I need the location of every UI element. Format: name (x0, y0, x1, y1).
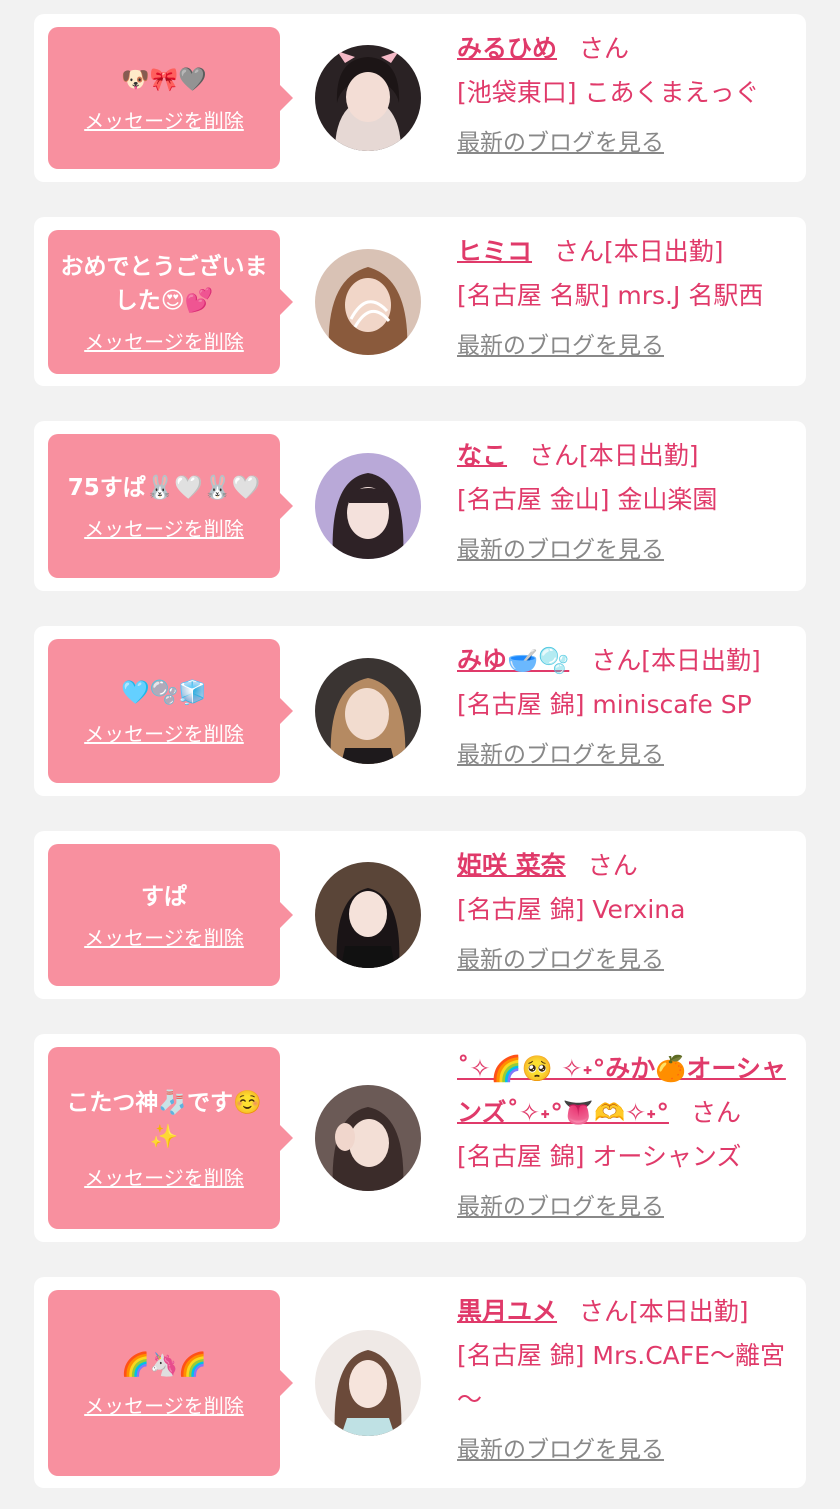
delete-message-link[interactable]: メッセージを削除 (84, 922, 244, 951)
cast-name-link[interactable]: なこ (457, 441, 507, 470)
shop-info: [名古屋 錦] オーシャンズ (457, 1142, 742, 1171)
shop-info: [名古屋 金山] 金山楽園 (457, 485, 718, 514)
message-text: 🐶🎀🩶 (121, 66, 207, 93)
list-item: 75すぱ🐰🤍🐰🤍 メッセージを削除 なこ さん[本日出勤] [名古屋 金山] 金山… (34, 421, 806, 591)
message-bubble: 🌈🦄🌈 メッセージを削除 (48, 1290, 293, 1476)
profile-info: 姫咲 菜奈 さん [名古屋 錦] Verxina 最新のブログを見る (457, 844, 792, 974)
blog-link[interactable]: 最新のブログを見る (457, 1430, 664, 1464)
name-line: ˚✧🌈🥺 ✧˖°みか🍊オーシャンズ˚✧˖°👅🫶✧˖° さん (457, 1047, 792, 1135)
name-line: みるひめ さん (457, 27, 792, 71)
name-line: なこ さん[本日出勤] (457, 434, 792, 478)
cast-name-link[interactable]: ヒミコ (457, 237, 532, 266)
work-status: [本日出勤] (629, 1297, 749, 1326)
avatar[interactable] (315, 862, 421, 968)
list-item: 🐶🎀🩶 メッセージを削除 みるひめ さん [池袋東口] こあくまえっぐ 最新のブロ… (34, 14, 806, 182)
delete-message-link[interactable]: メッセージを削除 (84, 326, 244, 355)
message-bubble: 75すぱ🐰🤍🐰🤍 メッセージを削除 (48, 434, 293, 578)
shop-info: [池袋東口] こあくまえっぐ (457, 78, 760, 107)
name-line: みゆ🥣🫧 さん[本日出勤] (457, 639, 792, 683)
blog-link[interactable]: 最新のブログを見る (457, 1187, 664, 1221)
avatar[interactable] (315, 1330, 421, 1436)
delete-message-link[interactable]: メッセージを削除 (84, 513, 244, 542)
message-bubble: こたつ神🧦です☺️✨ メッセージを削除 (48, 1047, 293, 1229)
list-item: 🌈🦄🌈 メッセージを削除 黒月ユメ さん[本日出勤] [名古屋 錦] Mrs.CA… (34, 1277, 806, 1488)
message-bubble: 🐶🎀🩶 メッセージを削除 (48, 27, 293, 169)
cast-name-link[interactable]: 黒月ユメ (457, 1297, 557, 1326)
message-text: 🌈🦄🌈 (121, 1351, 207, 1378)
honorific: さん (529, 441, 580, 470)
honorific: さん (554, 237, 605, 266)
blog-link[interactable]: 最新のブログを見る (457, 530, 664, 564)
avatar[interactable] (315, 45, 421, 151)
list-item: すぱ メッセージを削除 姫咲 菜奈 さん [名古屋 錦] Verxina 最新のブ… (34, 831, 806, 999)
shop-info: [名古屋 錦] miniscafe SP (457, 690, 752, 719)
honorific: さん (587, 851, 638, 880)
list-item: 🩵🫧🧊 メッセージを削除 みゆ🥣🫧 さん[本日出勤] [名古屋 錦] minisc… (34, 626, 806, 796)
work-status: [本日出勤] (604, 237, 724, 266)
work-status: [本日出勤] (579, 441, 699, 470)
message-text: 75すぱ🐰🤍🐰🤍 (67, 474, 261, 501)
profile-info: ˚✧🌈🥺 ✧˖°みか🍊オーシャンズ˚✧˖°👅🫶✧˖° さん [名古屋 錦] オーシ… (457, 1047, 792, 1221)
blog-link[interactable]: 最新のブログを見る (457, 940, 664, 974)
avatar[interactable] (315, 1085, 421, 1191)
message-text: すぱ (141, 883, 187, 910)
message-text: おめでとうございました😍💕 (60, 253, 268, 314)
avatar[interactable] (315, 658, 421, 764)
delete-message-link[interactable]: メッセージを削除 (84, 1390, 244, 1419)
message-text: こたつ神🧦です☺️✨ (66, 1089, 262, 1150)
honorific: さん (690, 1098, 741, 1127)
honorific: さん (579, 1297, 630, 1326)
work-status: [本日出勤] (641, 646, 761, 675)
blog-link[interactable]: 最新のブログを見る (457, 326, 664, 360)
profile-info: なこ さん[本日出勤] [名古屋 金山] 金山楽園 最新のブログを見る (457, 434, 792, 564)
list-item: おめでとうございました😍💕 メッセージを削除 ヒミコ さん[本日出勤] [名古屋 … (34, 217, 806, 386)
cast-name-link[interactable]: みるひめ (457, 34, 557, 63)
avatar[interactable] (315, 453, 421, 559)
favorite-list: 🐶🎀🩶 メッセージを削除 みるひめ さん [池袋東口] こあくまえっぐ 最新のブロ… (0, 0, 840, 1509)
delete-message-link[interactable]: メッセージを削除 (84, 1162, 244, 1191)
message-bubble: すぱ メッセージを削除 (48, 844, 293, 986)
shop-info: [名古屋 錦] Mrs.CAFE～離宮～ (457, 1341, 785, 1414)
name-line: ヒミコ さん[本日出勤] (457, 230, 792, 274)
list-item: こたつ神🧦です☺️✨ メッセージを削除 ˚✧🌈🥺 ✧˖°みか🍊オーシャンズ˚✧˖… (34, 1034, 806, 1242)
honorific: さん (579, 34, 630, 63)
profile-info: 黒月ユメ さん[本日出勤] [名古屋 錦] Mrs.CAFE～離宮～ 最新のブログ… (457, 1290, 792, 1464)
profile-info: みるひめ さん [池袋東口] こあくまえっぐ 最新のブログを見る (457, 27, 792, 157)
profile-info: みゆ🥣🫧 さん[本日出勤] [名古屋 錦] miniscafe SP 最新のブログ… (457, 639, 792, 769)
shop-info: [名古屋 名駅] mrs.J 名駅西 (457, 281, 764, 310)
message-bubble: 🩵🫧🧊 メッセージを削除 (48, 639, 293, 783)
cast-name-link[interactable]: みゆ🥣🫧 (457, 646, 569, 675)
profile-info: ヒミコ さん[本日出勤] [名古屋 名駅] mrs.J 名駅西 最新のブログを見る (457, 230, 792, 360)
blog-link[interactable]: 最新のブログを見る (457, 123, 664, 157)
message-bubble: おめでとうございました😍💕 メッセージを削除 (48, 230, 293, 374)
blog-link[interactable]: 最新のブログを見る (457, 735, 664, 769)
cast-name-link[interactable]: 姫咲 菜奈 (457, 851, 566, 880)
delete-message-link[interactable]: メッセージを削除 (84, 718, 244, 747)
honorific: さん (591, 646, 642, 675)
avatar[interactable] (315, 249, 421, 355)
delete-message-link[interactable]: メッセージを削除 (84, 105, 244, 134)
shop-info: [名古屋 錦] Verxina (457, 895, 686, 924)
name-line: 黒月ユメ さん[本日出勤] (457, 1290, 792, 1334)
message-text: 🩵🫧🧊 (121, 679, 207, 706)
name-line: 姫咲 菜奈 さん (457, 844, 792, 888)
